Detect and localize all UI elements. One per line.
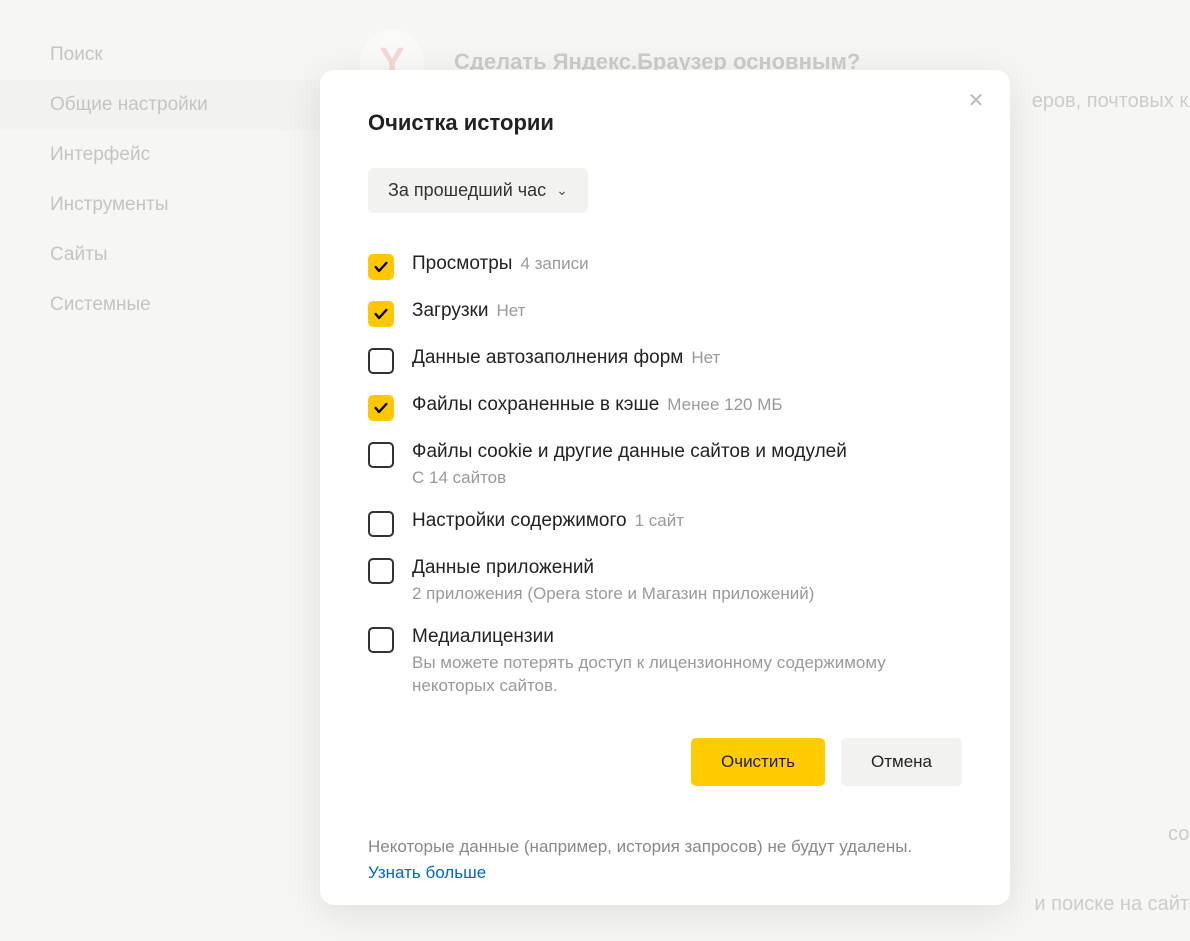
checkbox[interactable] bbox=[368, 301, 394, 327]
options-list: Просмотры4 записиЗагрузкиНетДанные автоз… bbox=[368, 253, 962, 698]
dialog-title: Очистка истории bbox=[368, 110, 962, 136]
option-text: Медиалицензии Вы можете потерять доступ к… bbox=[412, 626, 962, 699]
option-row: Файлы сохраненные в кэше Менее 120 МБ bbox=[368, 394, 962, 421]
option-text: Загрузки Нет bbox=[412, 300, 525, 322]
option-row: Файлы cookie и другие данные сайтов и мо… bbox=[368, 441, 962, 490]
cancel-button[interactable]: Отмена bbox=[841, 738, 962, 786]
option-row: Медиалицензии Вы можете потерять доступ к… bbox=[368, 626, 962, 699]
option-row: Данные приложений 2 приложения (Opera sto… bbox=[368, 557, 962, 606]
option-row: Настройки содержимого 1 сайт bbox=[368, 510, 962, 537]
checkbox[interactable] bbox=[368, 558, 394, 584]
close-icon[interactable]: ✕ bbox=[964, 88, 988, 112]
option-text: Данные приложений 2 приложения (Opera sto… bbox=[412, 557, 814, 606]
option-text: Просмотры 4 записи bbox=[412, 253, 589, 275]
option-subtext: Вы можете потерять доступ к лицензионном… bbox=[412, 651, 962, 699]
option-row: Данные автозаполнения форм Нет bbox=[368, 347, 962, 374]
chevron-down-icon: ⌄ bbox=[556, 182, 568, 199]
option-text: Файлы сохраненные в кэше Менее 120 МБ bbox=[412, 394, 783, 416]
time-range-label: За прошедший час bbox=[388, 180, 546, 201]
dialog-footer: Очистить Отмена bbox=[320, 738, 1010, 816]
option-label: Данные автозаполнения форм bbox=[412, 347, 683, 369]
option-text: Настройки содержимого 1 сайт bbox=[412, 510, 684, 532]
option-label: Загрузки bbox=[412, 300, 488, 322]
option-text: Данные автозаполнения форм Нет bbox=[412, 347, 720, 369]
option-label: Просмотры bbox=[412, 253, 512, 275]
option-label: Медиалицензии bbox=[412, 626, 554, 648]
option-hint: 1 сайт bbox=[635, 511, 684, 531]
option-text: Файлы cookie и другие данные сайтов и мо… bbox=[412, 441, 847, 490]
option-subtext: С 14 сайтов bbox=[412, 466, 847, 490]
option-label: Файлы cookie и другие данные сайтов и мо… bbox=[412, 441, 847, 463]
clear-history-dialog: ✕ Очистка истории За прошедший час ⌄ Про… bbox=[320, 70, 1010, 905]
learn-more-link[interactable]: Узнать больше bbox=[368, 863, 486, 882]
checkbox[interactable] bbox=[368, 254, 394, 280]
option-hint: Менее 120 МБ bbox=[667, 395, 782, 415]
option-row: Просмотры 4 записи bbox=[368, 253, 962, 280]
option-hint: Нет bbox=[496, 301, 525, 321]
dialog-note: Некоторые данные (например, история запр… bbox=[320, 816, 1010, 905]
clear-button[interactable]: Очистить bbox=[691, 738, 825, 786]
checkbox[interactable] bbox=[368, 442, 394, 468]
checkbox[interactable] bbox=[368, 395, 394, 421]
option-row: Загрузки Нет bbox=[368, 300, 962, 327]
note-text: Некоторые данные (например, история запр… bbox=[368, 837, 912, 856]
checkbox[interactable] bbox=[368, 627, 394, 653]
option-label: Файлы сохраненные в кэше bbox=[412, 394, 659, 416]
checkbox[interactable] bbox=[368, 348, 394, 374]
option-label: Данные приложений bbox=[412, 557, 594, 579]
time-range-dropdown[interactable]: За прошедший час ⌄ bbox=[368, 168, 588, 213]
option-hint: 4 записи bbox=[520, 254, 588, 274]
option-hint: Нет bbox=[691, 348, 720, 368]
option-label: Настройки содержимого bbox=[412, 510, 627, 532]
checkbox[interactable] bbox=[368, 511, 394, 537]
option-subtext: 2 приложения (Opera store и Магазин прил… bbox=[412, 582, 814, 606]
